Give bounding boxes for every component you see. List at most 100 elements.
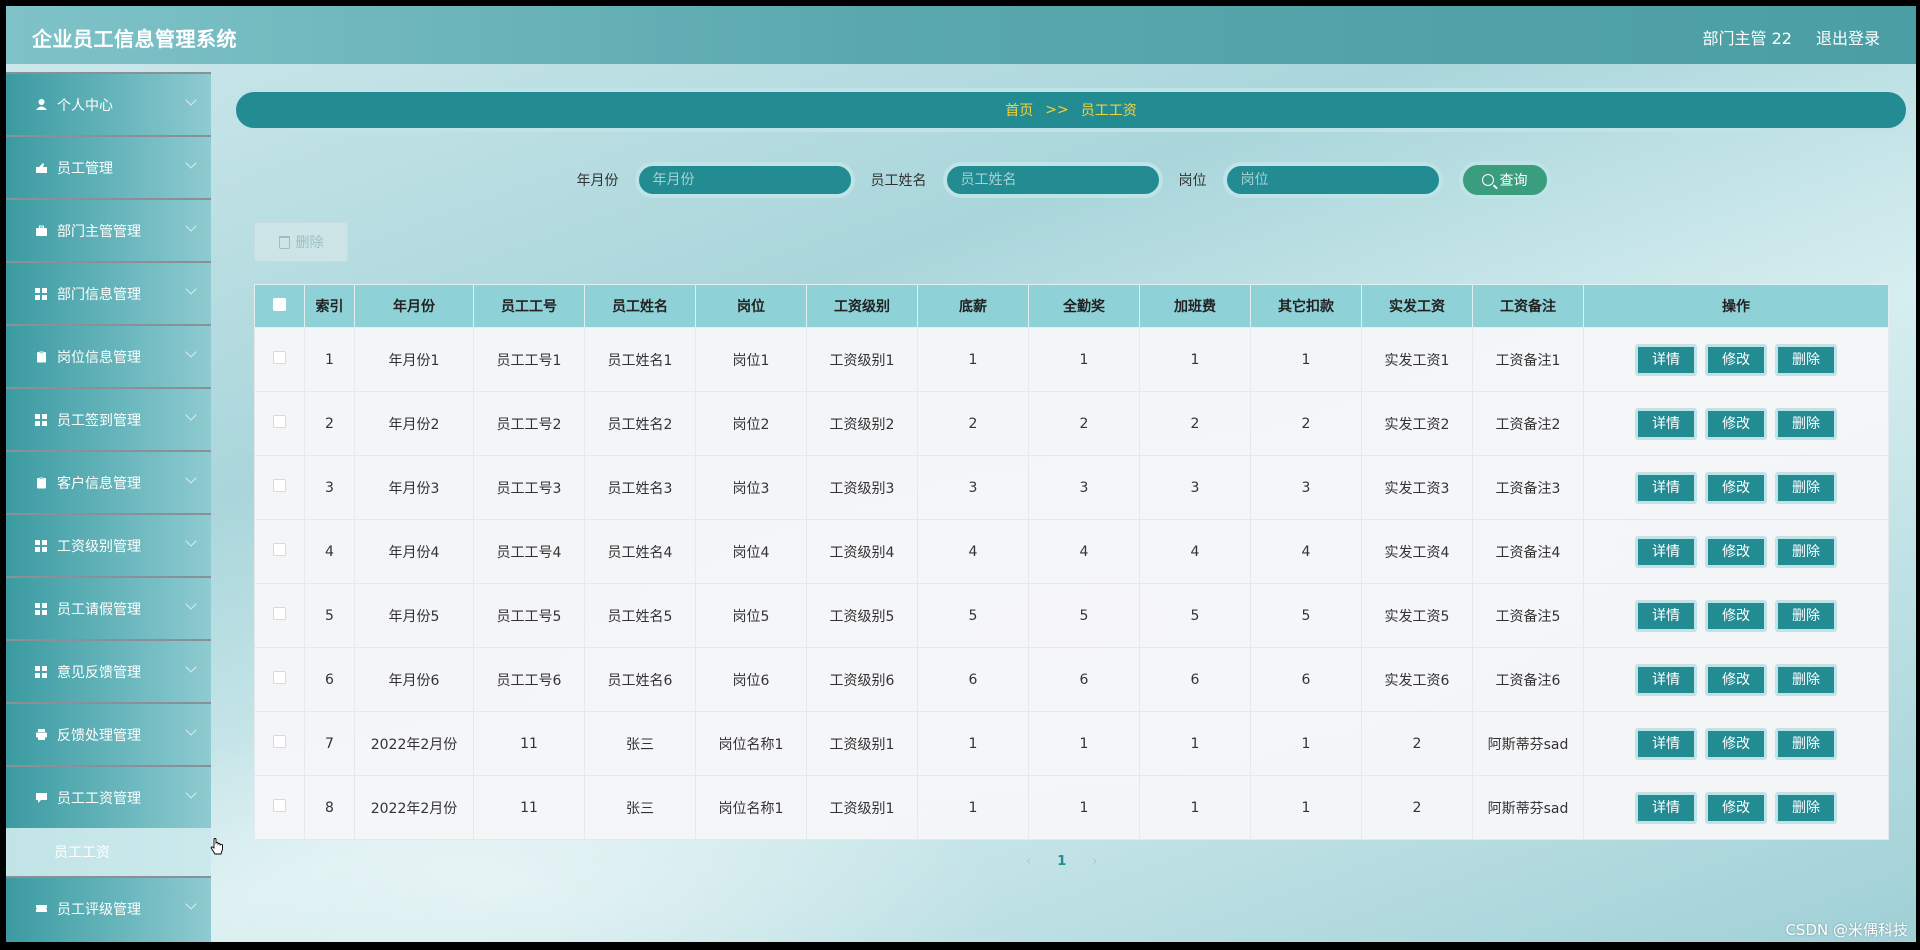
table-cell: 实发工资2 <box>1361 391 1473 456</box>
column-header: 员工姓名 <box>584 284 696 328</box>
delete-button[interactable]: 删除 <box>1775 471 1837 504</box>
sidebar-item-label: 个人中心 <box>57 97 113 114</box>
delete-button[interactable]: 删除 <box>1775 599 1837 632</box>
row-select-cell <box>254 391 305 456</box>
sidebar-item-0[interactable]: 个人中心 <box>6 72 211 135</box>
chevron-down-icon <box>185 472 197 484</box>
delete-button[interactable]: 删除 <box>1775 407 1837 440</box>
row-checkbox[interactable] <box>273 543 286 556</box>
detail-button[interactable]: 详情 <box>1635 599 1697 632</box>
edit-button[interactable]: 修改 <box>1705 727 1767 760</box>
table-cell: 阿斯蒂芬sad <box>1472 775 1584 840</box>
sidebar-item-2[interactable]: 部门主管管理 <box>6 198 211 261</box>
print-icon <box>34 728 48 742</box>
select-all-checkbox[interactable] <box>273 297 286 311</box>
table-cell: 2 <box>1139 391 1251 456</box>
table-cell: 年月份6 <box>354 647 474 712</box>
detail-button[interactable]: 详情 <box>1635 343 1697 376</box>
detail-button[interactable]: 详情 <box>1635 663 1697 696</box>
salary-table: 索引 年月份 员工工号 员工姓名 岗位 工资级别 底薪 全勤奖 加班费 其它扣款 实发工资 工资备注操… <box>254 284 1889 840</box>
table-row: 8 2022年2月份 11 张三 岗位名称1 工资级别1 1 1 1 1 2 阿斯蒂芬sad 详情 修改删… <box>254 775 1889 840</box>
edit-button[interactable]: 修改 <box>1705 407 1767 440</box>
delete-button[interactable]: 删除 <box>1775 663 1837 696</box>
sidebar-item-label: 员工工资管理 <box>57 790 141 807</box>
chevron-down-icon <box>185 787 197 799</box>
row-checkbox[interactable] <box>273 671 286 684</box>
breadcrumb-home[interactable]: 首页 <box>1005 100 1033 120</box>
table-cell: 员工姓名3 <box>584 455 696 520</box>
table-cell: 7 <box>304 711 355 776</box>
sidebar-item-9[interactable]: 意见反馈管理 <box>6 639 211 702</box>
row-checkbox[interactable] <box>273 799 286 812</box>
search-button[interactable]: 查询 <box>1458 161 1551 199</box>
column-header: 其它扣款 <box>1250 284 1362 328</box>
actions-cell: 详情 修改 删除 <box>1583 711 1889 776</box>
sidebar-item-6[interactable]: 客户信息管理 <box>6 450 211 513</box>
detail-button[interactable]: 详情 <box>1635 407 1697 440</box>
table-cell: 工资备注5 <box>1472 583 1584 648</box>
chevron-down-icon <box>185 598 197 610</box>
batch-delete-button[interactable]: 删除 <box>254 222 348 262</box>
row-checkbox[interactable] <box>273 735 286 748</box>
search-button-label: 查询 <box>1499 173 1528 189</box>
delete-button[interactable]: 删除 <box>1775 535 1837 568</box>
sidebar-item-11[interactable]: 员工工资管理 <box>6 765 211 828</box>
detail-button[interactable]: 详情 <box>1635 791 1697 824</box>
grid-icon <box>34 665 48 679</box>
detail-button[interactable]: 详情 <box>1635 535 1697 568</box>
clipboard-icon <box>34 350 48 364</box>
table-cell: 员工工号4 <box>473 519 585 584</box>
breadcrumb-separator: >> <box>1045 102 1069 118</box>
sidebar-item-label: 部门信息管理 <box>57 286 141 303</box>
table-cell: 工资级别3 <box>806 455 918 520</box>
detail-button[interactable]: 详情 <box>1635 727 1697 760</box>
row-checkbox[interactable] <box>273 351 286 364</box>
detail-button[interactable]: 详情 <box>1635 471 1697 504</box>
table-cell: 岗位名称1 <box>695 775 807 840</box>
table-row: 5 年月份5 员工工号5 员工姓名5 岗位5 工资级别5 5 5 5 5 实发工资5 工资备注5 详情修… <box>254 583 1889 648</box>
row-checkbox[interactable] <box>273 415 286 428</box>
month-input[interactable] <box>634 162 855 198</box>
column-header: 实发工资 <box>1361 284 1473 328</box>
sidebar-subitem-salary[interactable]: 员工工资 <box>6 828 211 876</box>
next-page-button[interactable]: › <box>1092 854 1097 869</box>
clipboard-icon <box>34 476 48 490</box>
column-header: 索引 <box>304 284 355 328</box>
name-input[interactable] <box>942 162 1163 198</box>
edit-button[interactable]: 修改 <box>1705 791 1767 824</box>
row-checkbox[interactable] <box>273 607 286 620</box>
delete-button[interactable]: 删除 <box>1775 727 1837 760</box>
edit-button[interactable]: 修改 <box>1705 663 1767 696</box>
column-header: 岗位 <box>695 284 807 328</box>
sidebar-item-4[interactable]: 岗位信息管理 <box>6 324 211 387</box>
logout-link[interactable]: 退出登录 <box>1816 25 1880 49</box>
edit-button[interactable]: 修改 <box>1705 535 1767 568</box>
edit-button[interactable]: 修改 <box>1705 343 1767 376</box>
sidebar-item-5[interactable]: 员工签到管理 <box>6 387 211 450</box>
actions-cell: 详情 修改 删除 <box>1583 775 1889 840</box>
table-cell: 员工姓名2 <box>584 391 696 456</box>
table-cell: 实发工资6 <box>1361 647 1473 712</box>
table-cell: 5 <box>1139 583 1251 648</box>
table-cell: 2 <box>1250 391 1362 456</box>
chevron-down-icon <box>185 346 197 358</box>
chevron-down-icon <box>185 283 197 295</box>
sidebar-item-7[interactable]: 工资级别管理 <box>6 513 211 576</box>
row-checkbox[interactable] <box>273 479 286 492</box>
breadcrumb-current: 员工工资 <box>1080 103 1137 119</box>
prev-page-button[interactable]: ‹ <box>1026 854 1031 869</box>
table-cell: 工资级别6 <box>806 647 918 712</box>
sidebar-item-8[interactable]: 员工请假管理 <box>6 576 211 639</box>
page-number-current[interactable]: 1 <box>1057 854 1066 869</box>
column-header: 操作 <box>1583 284 1889 328</box>
sidebar-item-rating[interactable]: 员工评级管理 <box>6 876 211 939</box>
edit-button[interactable]: 修改 <box>1705 599 1767 632</box>
post-input[interactable] <box>1222 162 1443 198</box>
table-cell: 1 <box>1250 775 1362 840</box>
sidebar-item-10[interactable]: 反馈处理管理 <box>6 702 211 765</box>
delete-button[interactable]: 删除 <box>1775 791 1837 824</box>
edit-button[interactable]: 修改 <box>1705 471 1767 504</box>
table-cell: 1 <box>1028 711 1140 776</box>
delete-button[interactable]: 删除 <box>1775 343 1837 376</box>
sidebar-item-3[interactable]: 部门信息管理 <box>6 261 211 324</box>
